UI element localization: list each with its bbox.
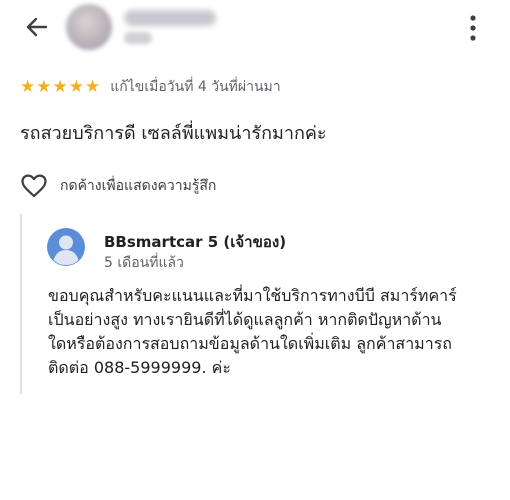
owner-name: BBsmartcar 5 (เจ้าของ) — [104, 233, 287, 251]
star-icon: ★ — [36, 76, 52, 97]
like-hint-label: กดค้างเพื่อแสดงความรู้สึก — [60, 178, 217, 194]
like-button[interactable]: กดค้างเพื่อแสดงความรู้สึก — [20, 172, 216, 200]
reply-line: เป็นอย่างสูง ทางเรายินดีที่ได้ดูแลลูกค้า… — [48, 310, 442, 329]
top-bar — [0, 0, 510, 60]
reviewer-avatar[interactable] — [66, 4, 112, 50]
star-icon: ★ — [20, 76, 36, 97]
rating-row: ★ ★ ★ ★ ★ แก้ไขเมื่อวันที่ 4 วันที่ผ่านม… — [20, 74, 281, 100]
owner-reply: BBsmartcar 5 (เจ้าของ) 5 เดือนที่แล้ว ขอ… — [20, 214, 492, 394]
reply-timestamp: 5 เดือนที่แล้ว — [104, 255, 184, 271]
reviewer-name-redacted — [124, 10, 216, 26]
star-icon: ★ — [52, 76, 68, 97]
reply-text: ขอบคุณสำหรับคะแนนและที่มาใช้บริการทางบีบ… — [48, 284, 488, 380]
edited-timestamp: แก้ไขเมื่อวันที่ 4 วันที่ผ่านมา — [110, 79, 281, 95]
star-icon: ★ — [68, 76, 84, 97]
star-rating: ★ ★ ★ ★ ★ — [20, 76, 101, 97]
arrow-left-icon[interactable] — [20, 10, 54, 44]
reply-line: ขอบคุณสำหรับคะแนนและที่มาใช้บริการทางบีบ… — [48, 286, 457, 305]
review-text: รถสวยบริการดี เซลล์พี่แพมน่ารักมากค่ะ — [20, 123, 327, 144]
owner-avatar-icon — [47, 228, 85, 266]
star-icon: ★ — [85, 76, 101, 97]
more-vertical-icon[interactable] — [460, 10, 486, 46]
reviewer-meta-redacted — [124, 32, 152, 44]
reply-line: ใดหรือต้องการสอบถามข้อมูลด้านใดเพิ่มเติม… — [48, 334, 452, 353]
reply-line: ติดต่อ 088-5999999. ค่ะ — [48, 358, 231, 377]
heart-outline-icon[interactable] — [20, 173, 48, 199]
